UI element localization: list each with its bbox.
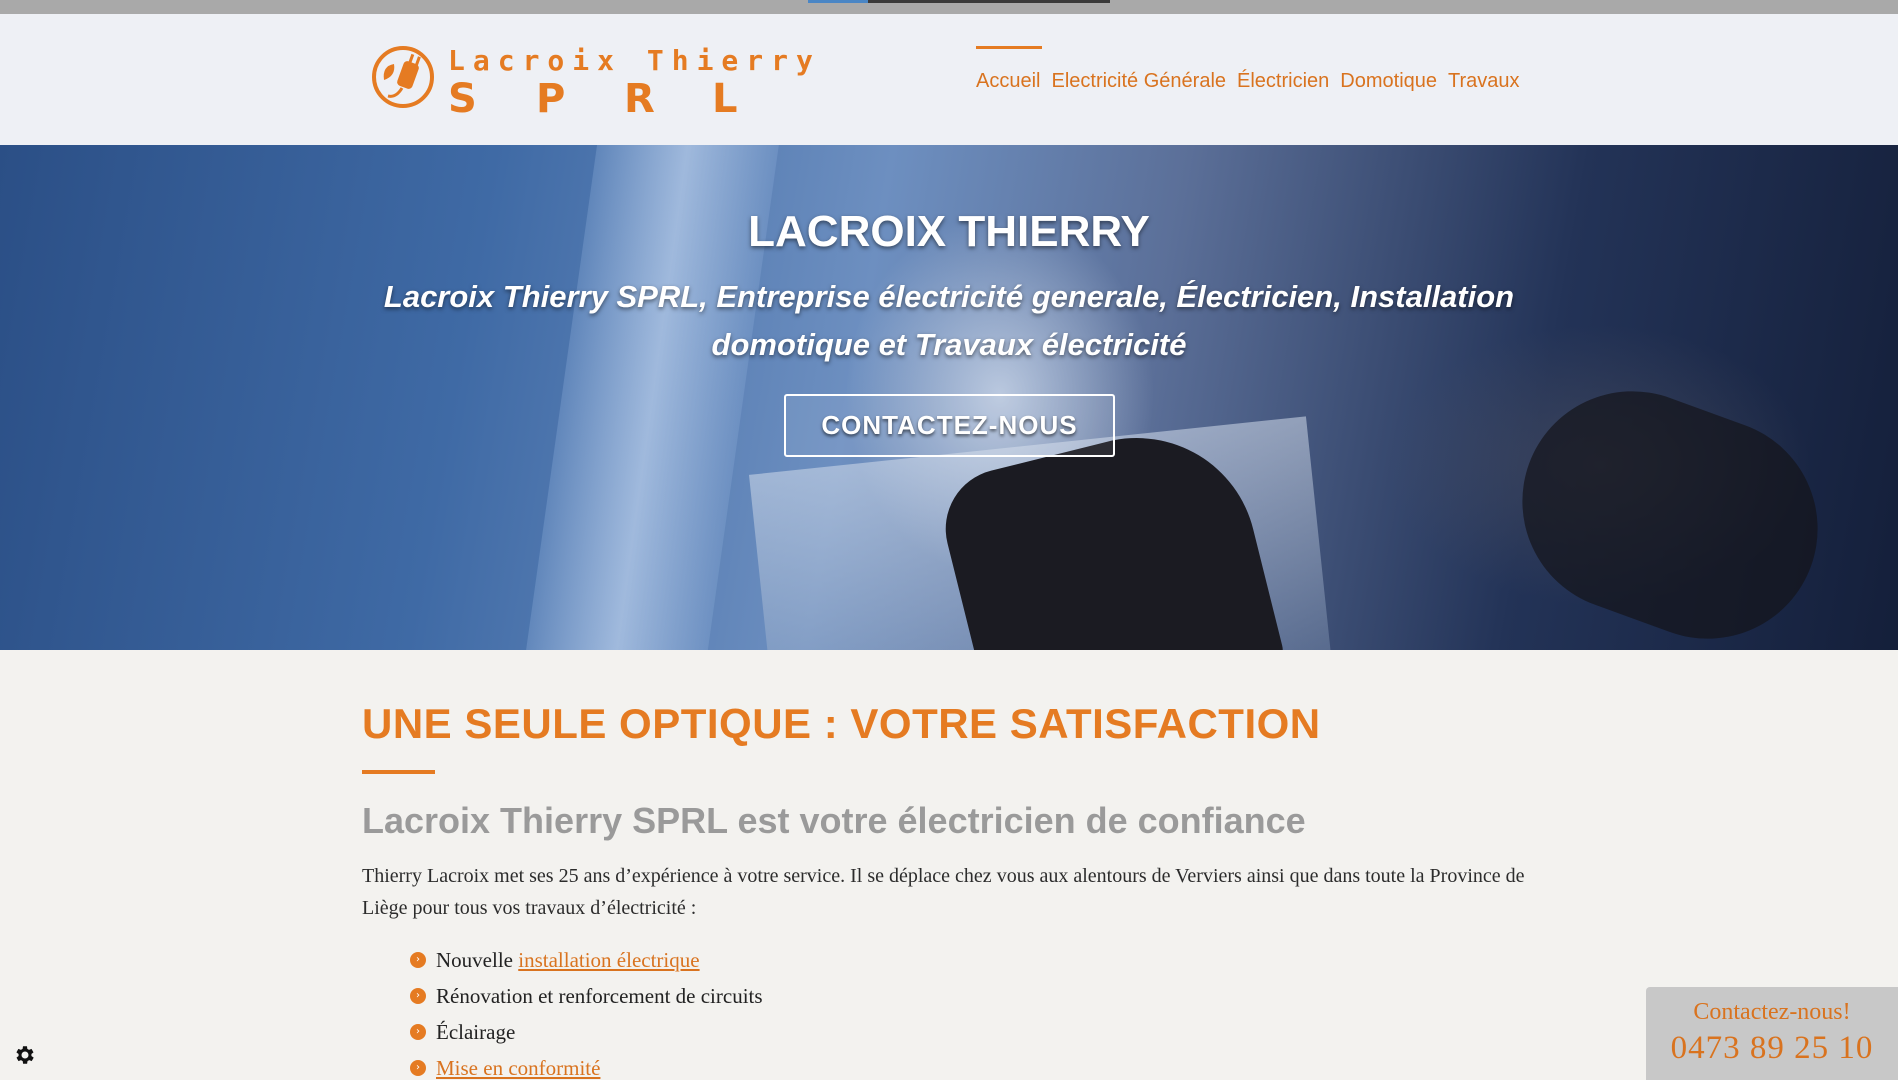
list-item-prefix: Nouvelle (436, 947, 519, 972)
gear-icon[interactable] (13, 1043, 37, 1067)
link-installation-electrique[interactable]: installation électrique (518, 948, 699, 972)
contact-us-button[interactable]: CONTACTEZ-NOUS (784, 394, 1115, 457)
hero-background-arm (1491, 360, 1849, 650)
main-nav: Accueil Electricité Générale Électricien… (976, 46, 1520, 98)
nav-item-electricien[interactable]: Électricien (1237, 58, 1329, 98)
chevron-right-icon: › (410, 1060, 426, 1076)
nav-item-domotique[interactable]: Domotique (1340, 58, 1437, 98)
site-logo[interactable]: Lacroix Thierry S P R L (370, 30, 813, 122)
floating-contact-widget[interactable]: Contactez-nous! 0473 89 25 10 (1646, 987, 1898, 1080)
logo-letter: P (536, 76, 568, 122)
main-content: UNE SEULE OPTIQUE : VOTRE SATISFACTION L… (362, 700, 1542, 1080)
chevron-right-icon: › (410, 988, 426, 1004)
section-heading: UNE SEULE OPTIQUE : VOTRE SATISFACTION (362, 700, 1321, 747)
nav-item-electricite-generale[interactable]: Electricité Générale (1051, 58, 1226, 98)
floating-contact-phone[interactable]: 0473 89 25 10 (1646, 1030, 1898, 1067)
nav-item-accueil[interactable]: Accueil (976, 46, 1043, 98)
logo-letter: S (448, 76, 479, 122)
logo-letter: L (712, 76, 740, 122)
section-subheading: Lacroix Thierry SPRL est votre électrici… (362, 800, 1306, 841)
list-item: › Rénovation et renforcement de circuits (410, 978, 1542, 1014)
link-mise-en-conformite[interactable]: Mise en conformité (436, 1056, 600, 1080)
tab-indicator-accent (808, 0, 868, 3)
chevron-right-icon: › (410, 1024, 426, 1040)
hero-banner: LACROIX THIERRY Lacroix Thierry SPRL, En… (0, 145, 1898, 650)
services-list: › Nouvelle installation électrique › Rén… (410, 942, 1542, 1080)
list-item: › Éclairage (410, 1014, 1542, 1050)
logo-letter: R (624, 76, 657, 122)
nav-item-travaux[interactable]: Travaux (1448, 58, 1520, 98)
hero-title: LACROIX THIERRY (748, 207, 1150, 256)
hero-subtitle: Lacroix Thierry SPRL, Entreprise électri… (383, 279, 1515, 362)
list-item-text: Rénovation et renforcement de circuits (436, 983, 763, 1008)
list-item-text: Éclairage (436, 1019, 516, 1044)
logo-name: Lacroix Thierry (448, 44, 821, 77)
plug-icon (372, 46, 434, 108)
site-header: Lacroix Thierry S P R L Accueil Electric… (0, 14, 1898, 145)
list-item: › Mise en conformité (410, 1050, 1542, 1080)
intro-paragraph: Thierry Lacroix met ses 25 ans d’expérie… (362, 865, 1525, 919)
chevron-right-icon: › (410, 952, 426, 968)
heading-divider (362, 770, 435, 774)
list-item: › Nouvelle installation électrique (410, 942, 1542, 978)
floating-contact-label: Contactez-nous! (1693, 999, 1851, 1025)
list-item-text: Nouvelle installation électrique (436, 948, 700, 973)
browser-top-strip (0, 0, 1898, 14)
logo-sprl: S P R L (448, 76, 800, 122)
